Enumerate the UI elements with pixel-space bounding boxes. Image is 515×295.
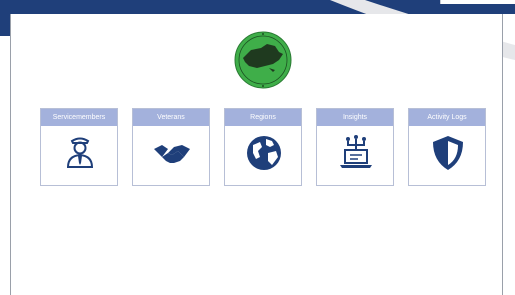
tile-activity-logs[interactable]: Activity Logs (408, 108, 486, 186)
globe-icon (247, 136, 281, 170)
tile-regions[interactable]: Regions (224, 108, 302, 186)
tile-activity-logs-label: Activity Logs (409, 109, 485, 126)
logo (229, 30, 297, 90)
tile-insights[interactable]: Insights (316, 108, 394, 186)
tile-veterans-label: Veterans (133, 109, 209, 126)
tile-insights-label: Insights (317, 109, 393, 126)
tile-servicemembers[interactable]: Servicemembers (40, 108, 118, 186)
shield-icon (433, 136, 463, 170)
tile-veterans[interactable]: Veterans (132, 108, 210, 186)
dashboard-tiles: Servicemembers Veterans Regions Insights (40, 108, 490, 188)
servicemember-icon (66, 137, 94, 168)
handshake-icon (154, 145, 190, 163)
tile-regions-label: Regions (225, 109, 301, 126)
top-right-panel (440, 0, 515, 4)
top-header-bar (0, 0, 515, 14)
tile-servicemembers-label: Servicemembers (41, 109, 117, 126)
header-corner (0, 0, 10, 36)
new-york-state-seal-icon (234, 31, 292, 89)
network-laptop-icon (340, 135, 372, 168)
